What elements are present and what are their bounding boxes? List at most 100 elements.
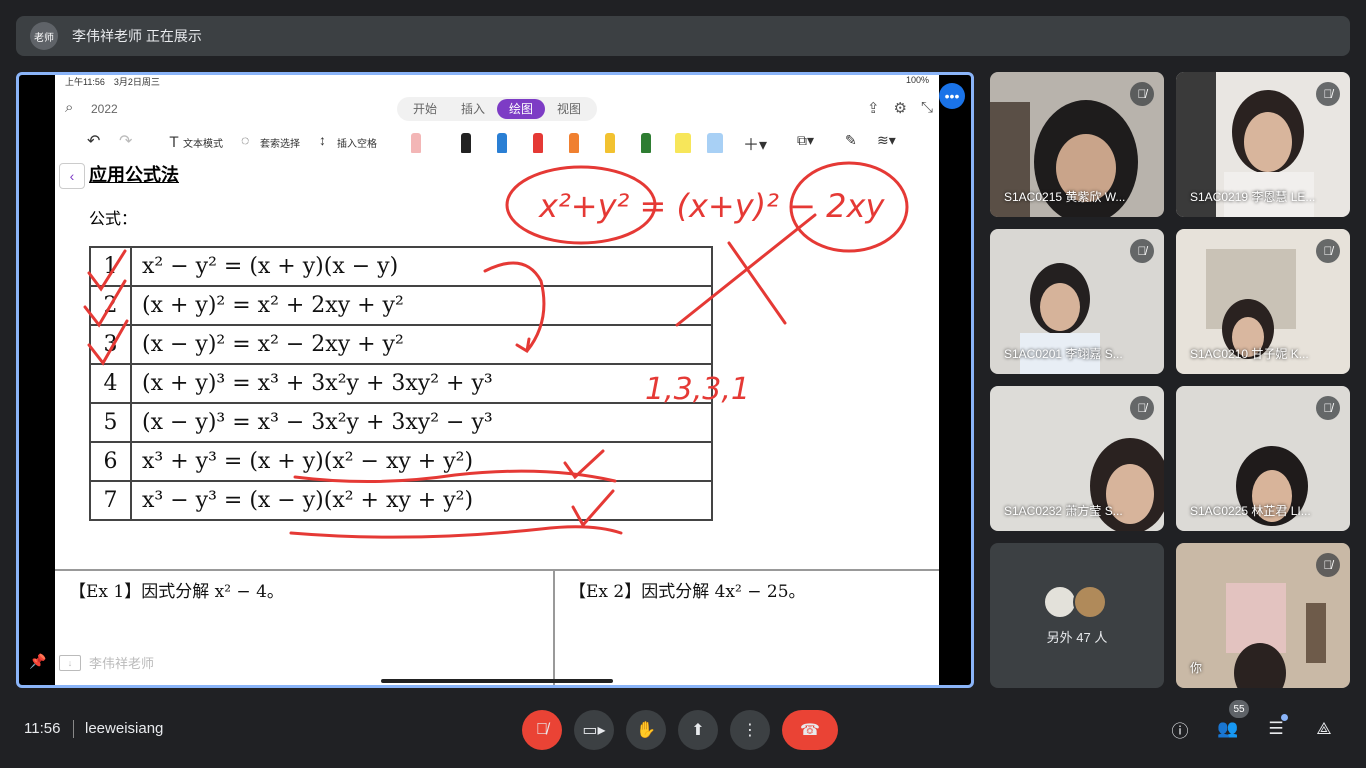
pen-green-icon[interactable] — [641, 133, 651, 153]
participant-tile[interactable]: 🎙̸ S1AC0210 甘子妮 K... — [1176, 229, 1350, 374]
handwritten-equation: x²+y² = (x+y)² − 2xy — [538, 187, 885, 225]
ink-options-icon[interactable]: ≋▾ — [877, 132, 896, 149]
formula-text: x³ + y³ = (x + y)(x² − xy + y²) — [130, 441, 713, 482]
presenting-label: 李伟祥老师 正在展示 — [72, 28, 202, 44]
pen-black-icon[interactable] — [461, 133, 471, 153]
activities-icon: ⟁ — [1316, 719, 1332, 738]
meeting-controls-bar: 11:56 leeweisiang 🎙̸ ▭▸ ✋ ⬆ ⋮ ☎ ⓘ 👥 55 ☰… — [0, 700, 1366, 768]
mic-off-icon: 🎙̸ — [536, 721, 548, 738]
mic-off-icon: 🎙̸ — [1316, 82, 1340, 106]
raise-hand-button[interactable]: ✋ — [626, 710, 666, 750]
chat-notification-dot — [1281, 714, 1288, 721]
camera-toggle-button[interactable]: ▭▸ — [574, 710, 614, 750]
mic-toggle-button[interactable]: 🎙̸ — [522, 710, 562, 750]
activities-button[interactable]: ⟁ — [1309, 714, 1339, 744]
pin-icon[interactable]: 📌 — [29, 653, 46, 670]
participant-name: S1AC0215 黄紫欣 W... — [1004, 190, 1126, 204]
participant-tile[interactable]: 🎙̸ S1AC0201 李翊嘉 S... — [990, 229, 1164, 374]
participant-tile[interactable]: 🎙̸ S1AC0232 萧方莹 S... — [990, 386, 1164, 531]
formula-text: (x + y)³ = x³ + 3x²y + 3xy² + y³ — [130, 363, 713, 404]
text-mode-label[interactable]: 文本模式 — [183, 135, 223, 150]
tab-insert[interactable]: 插入 — [449, 99, 497, 119]
eraser-icon[interactable] — [411, 133, 421, 153]
insert-space-label[interactable]: 插入空格 — [337, 135, 377, 150]
lasso-icon[interactable]: ◌ — [241, 132, 249, 148]
tablet-status-bar: 上午11:56 3月2日周三 100% — [65, 75, 929, 87]
pen-yellow-icon[interactable] — [605, 133, 615, 153]
notebook-name: 2022 — [91, 102, 118, 116]
formula-text: x³ − y³ = (x − y)(x² + xy + y²) — [130, 480, 713, 521]
more-options-icon[interactable]: ••• — [939, 83, 965, 109]
formula-number: 6 — [89, 441, 132, 482]
shapes-icon[interactable]: ⧉▾ — [797, 132, 814, 149]
participant-name: S1AC0219 李恩慧 LE... — [1190, 190, 1316, 204]
divider — [73, 720, 74, 738]
status-battery: 100% — [905, 75, 929, 85]
avatar — [1043, 585, 1077, 619]
settings-icon[interactable]: ⚙ — [894, 99, 907, 117]
mic-off-icon: 🎙̸ — [1130, 82, 1154, 106]
tab-view[interactable]: 视图 — [545, 99, 593, 119]
status-time: 上午11:56 3月2日周三 — [65, 77, 160, 87]
presenter-name: 李伟祥老师 — [89, 656, 155, 671]
shared-screen[interactable]: 上午11:56 3月2日周三 100% ⌕ 2022 开始 插入 绘图 视图 ⇪… — [16, 72, 974, 688]
insert-space-icon[interactable]: ↕ — [319, 132, 326, 148]
participant-tile[interactable]: 🎙̸ S1AC0219 李恩慧 LE... — [1176, 72, 1350, 217]
highlighter-yellow-icon[interactable] — [675, 133, 691, 153]
table-row: 5 (x − y)³ = x³ − 3x²y + 3xy² − y³ — [89, 402, 713, 443]
pen-blue-icon[interactable] — [497, 133, 507, 153]
mic-off-icon: 🎙̸ — [1130, 396, 1154, 420]
hand-icon: ✋ — [636, 722, 656, 739]
lasso-label[interactable]: 套索选择 — [260, 135, 300, 150]
participant-tile[interactable]: 🎙̸ S1AC0225 林芷君 LI... — [1176, 386, 1350, 531]
more-vert-icon: ⋮ — [742, 722, 758, 739]
participant-avatars — [1043, 585, 1107, 619]
pen-orange-icon[interactable] — [569, 133, 579, 153]
tab-start[interactable]: 开始 — [401, 99, 449, 119]
share-icon[interactable]: ⇪ — [867, 99, 880, 117]
meeting-code: leeweisiang — [85, 720, 164, 737]
more-options-button[interactable]: ⋮ — [730, 710, 770, 750]
undo-icon[interactable]: ↶ — [87, 131, 100, 151]
page-title: 应用公式法 — [89, 165, 179, 186]
mic-off-icon: 🎙̸ — [1316, 239, 1340, 263]
home-indicator — [381, 679, 613, 683]
self-view-tile[interactable]: 🎙̸ 你 — [1176, 543, 1350, 688]
formula-table: 1 x² − y² = (x + y)(x − y) 2 (x + y)² = x²… — [89, 246, 713, 521]
participant-name: S1AC0201 李翊嘉 S... — [1004, 347, 1123, 361]
leave-call-button[interactable]: ☎ — [782, 710, 838, 750]
example-1: 【Ex 1】因式分解 x² − 4。 — [69, 582, 284, 602]
tab-draw[interactable]: 绘图 — [497, 99, 546, 119]
add-pen-icon[interactable]: ＋▾ — [743, 131, 767, 155]
meeting-details-button[interactable]: ⓘ — [1165, 714, 1195, 744]
mic-off-icon: 🎙̸ — [1316, 553, 1340, 577]
collapse-icon[interactable]: ⤡ — [921, 99, 933, 117]
formula-label: 公式： — [89, 209, 138, 228]
mic-off-icon: 🎙̸ — [1130, 239, 1154, 263]
more-participants-tile[interactable]: 另外 47 人 — [990, 543, 1164, 688]
people-button[interactable]: 👥 — [1213, 714, 1243, 744]
participant-tile[interactable]: 🎙̸ S1AC0215 黄紫欣 W... — [990, 72, 1164, 217]
hangup-icon: ☎ — [800, 722, 820, 739]
redo-icon[interactable]: ↷ — [119, 131, 132, 151]
formula-number: 4 — [89, 363, 132, 404]
mic-off-icon: 🎙̸ — [1316, 396, 1340, 420]
text-mode-icon[interactable]: Ｔ — [167, 132, 181, 152]
ink-to-shape-icon[interactable]: ✎ — [845, 132, 857, 149]
underline-7 — [289, 525, 623, 539]
present-screen-button[interactable]: ⬆ — [678, 710, 718, 750]
more-participants-count: 另外 47 人 — [1046, 630, 1108, 645]
draw-toolbar: ↶ ↷ Ｔ 文本模式 ◌ 套索选择 ↕ 插入空格 ＋▾ ⧉▾ ✎ ≋▾ — [55, 127, 939, 157]
formula-number: 7 — [89, 480, 132, 521]
formula-number: 3 — [89, 324, 132, 365]
page-list-toggle[interactable]: ‹ — [59, 163, 85, 189]
table-row: 3 (x − y)² = x² − 2xy + y² — [89, 324, 713, 365]
formula-text: (x − y)² = x² − 2xy + y² — [130, 324, 713, 365]
formula-text: (x − y)³ = x³ − 3x²y + 3xy² − y³ — [130, 402, 713, 443]
search-icon[interactable]: ⌕ — [65, 99, 73, 116]
presenter-chip: ↓ 李伟祥老师 — [59, 653, 154, 672]
participant-name: S1AC0232 萧方莹 S... — [1004, 504, 1123, 518]
pen-red-icon[interactable] — [533, 133, 543, 153]
highlighter-blue-icon[interactable] — [707, 133, 723, 153]
table-row: 1 x² − y² = (x + y)(x − y) — [89, 246, 713, 287]
